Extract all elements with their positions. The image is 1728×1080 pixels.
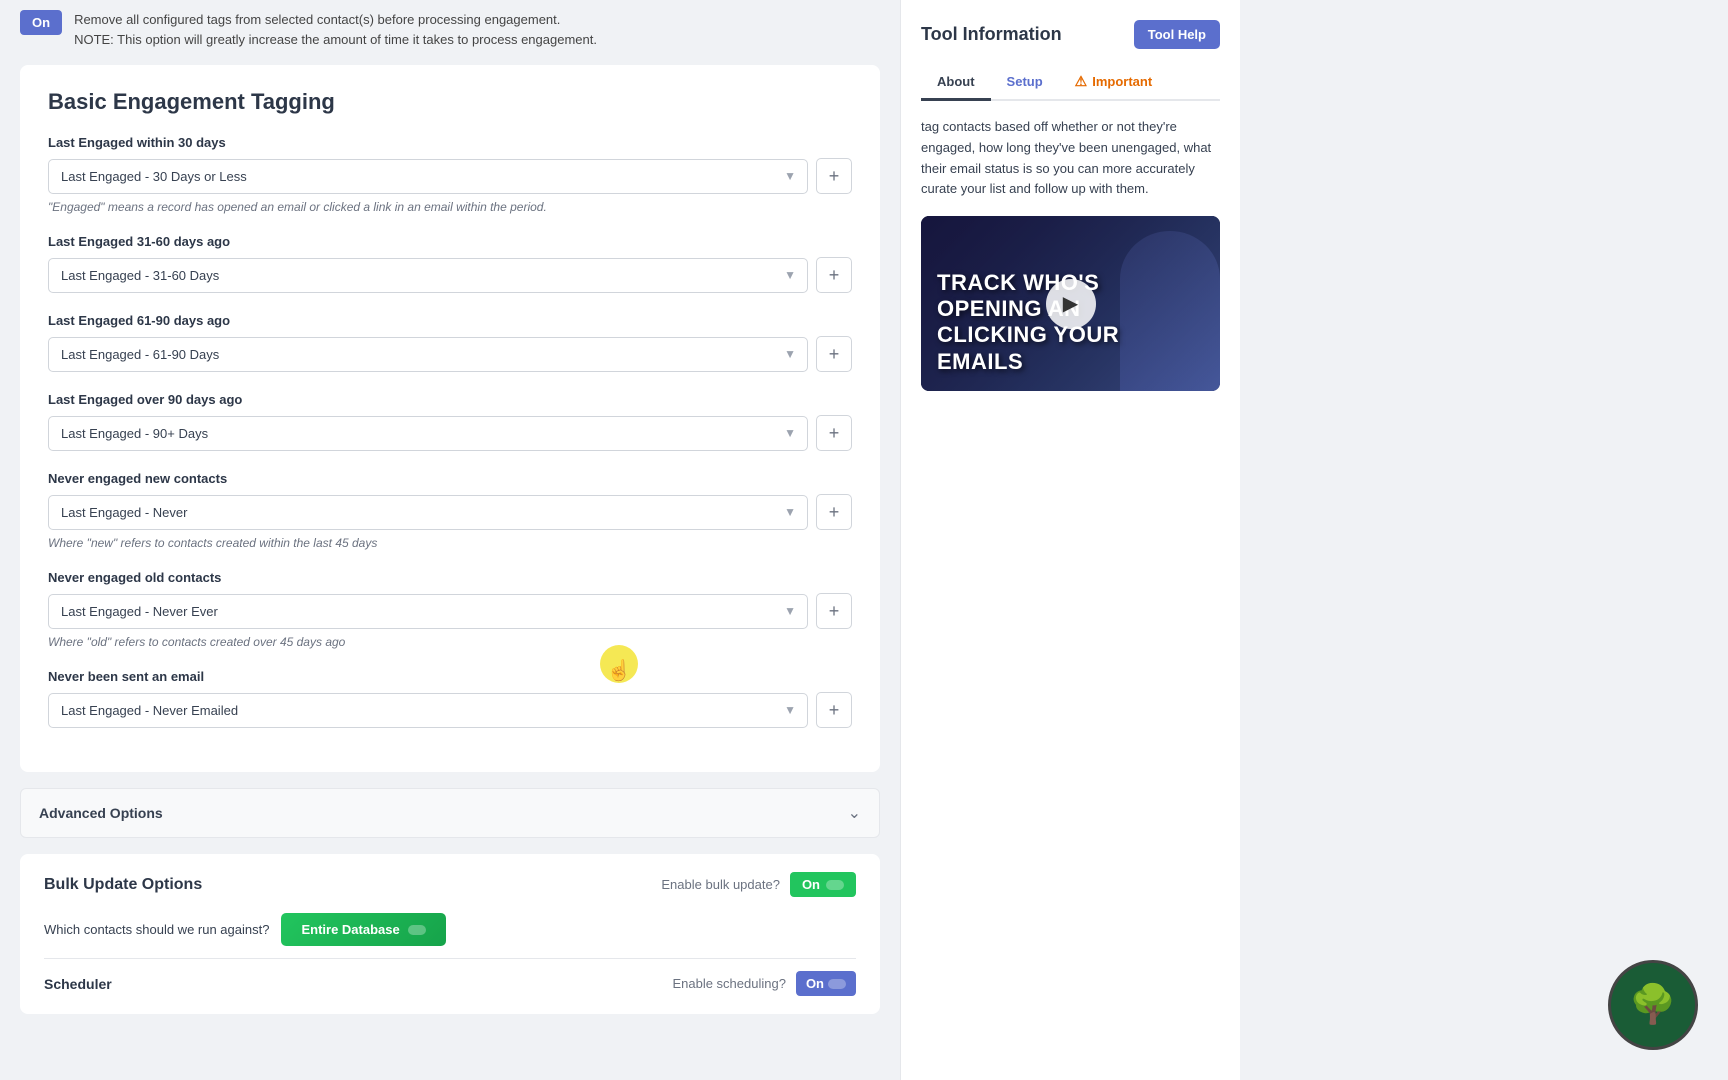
top-strip-line2: NOTE: This option will greatly increase … xyxy=(74,30,597,50)
form-group-label-0: Last Engaged within 30 days xyxy=(48,135,852,150)
scheduler-row: Scheduler Enable scheduling? On xyxy=(44,958,856,996)
select-wrapper-0: Last Engaged - 30 Days or Less▼ xyxy=(48,159,808,194)
hint-text-5: Where "old" refers to contacts created o… xyxy=(48,635,852,649)
contacts-row: Which contacts should we run against? En… xyxy=(44,913,856,946)
scheduler-toggle-label: On xyxy=(806,976,824,991)
form-group-label-3: Last Engaged over 90 days ago xyxy=(48,392,852,407)
add-tag-button-1[interactable]: + xyxy=(816,257,852,293)
bulk-enable-label: Enable bulk update? xyxy=(661,877,780,892)
bulk-header: Bulk Update Options Enable bulk update? … xyxy=(44,872,856,897)
bulk-update-card: Bulk Update Options Enable bulk update? … xyxy=(20,854,880,1014)
tab-important-label: Important xyxy=(1092,74,1152,89)
sidebar-header: Tool Information Tool Help xyxy=(921,20,1220,49)
select-5[interactable]: Last Engaged - Never Ever xyxy=(48,594,808,629)
form-group-1: Last Engaged 31-60 days ago Last Engaged … xyxy=(48,234,852,293)
sidebar-tabs: About Setup ⚠ Important xyxy=(921,65,1220,101)
select-wrapper-1: Last Engaged - 31-60 Days▼ xyxy=(48,258,808,293)
important-warning-icon: ⚠ xyxy=(1075,73,1088,90)
video-headline: TRACK WHO'SOPENING ANCLICKING YOUREMAILS xyxy=(937,270,1119,376)
tab-setup-label: Setup xyxy=(1007,74,1043,89)
remove-tags-toggle[interactable]: On xyxy=(20,10,62,35)
form-group-label-2: Last Engaged 61-90 days ago xyxy=(48,313,852,328)
input-row-1: Last Engaged - 31-60 Days▼+ xyxy=(48,257,852,293)
scheduler-toggle-track-icon xyxy=(828,979,846,989)
basic-engagement-card: Basic Engagement Tagging Last Engaged wi… xyxy=(20,65,880,772)
input-row-2: Last Engaged - 61-90 Days▼+ xyxy=(48,336,852,372)
avatar[interactable]: 🌳 xyxy=(1608,960,1698,1050)
tab-important[interactable]: ⚠ Important xyxy=(1059,65,1169,101)
entire-database-button[interactable]: Entire Database xyxy=(281,913,445,946)
tab-setup[interactable]: Setup xyxy=(991,65,1059,101)
select-wrapper-2: Last Engaged - 61-90 Days▼ xyxy=(48,337,808,372)
bulk-toggle-track-icon xyxy=(826,880,844,890)
form-group-4: Never engaged new contacts Last Engaged -… xyxy=(48,471,852,550)
form-group-0: Last Engaged within 30 days Last Engaged … xyxy=(48,135,852,214)
select-0[interactable]: Last Engaged - 30 Days or Less xyxy=(48,159,808,194)
input-row-4: Last Engaged - Never▼+ xyxy=(48,494,852,530)
form-group-5: Never engaged old contacts Last Engaged -… xyxy=(48,570,852,649)
select-3[interactable]: Last Engaged - 90+ Days xyxy=(48,416,808,451)
input-row-0: Last Engaged - 30 Days or Less▼+ xyxy=(48,158,852,194)
select-2[interactable]: Last Engaged - 61-90 Days xyxy=(48,337,808,372)
tab-about-label: About xyxy=(937,74,975,89)
advanced-options-chevron-icon: ⌄ xyxy=(848,803,861,823)
contacts-question: Which contacts should we run against? xyxy=(44,922,269,937)
scheduler-title: Scheduler xyxy=(44,976,112,992)
select-6[interactable]: Last Engaged - Never Emailed xyxy=(48,693,808,728)
video-thumbnail[interactable]: TRACK WHO'SOPENING ANCLICKING YOUREMAILS… xyxy=(921,216,1220,391)
tab-about[interactable]: About xyxy=(921,65,991,101)
select-wrapper-6: Last Engaged - Never Emailed▼ xyxy=(48,693,808,728)
sidebar-body-text: tag contacts based off whether or not th… xyxy=(921,117,1220,200)
bulk-toggle-label: On xyxy=(802,877,820,892)
form-group-label-6: Never been sent an email xyxy=(48,669,852,684)
form-group-label-4: Never engaged new contacts xyxy=(48,471,852,486)
entire-db-label: Entire Database xyxy=(301,922,399,937)
add-tag-button-0[interactable]: + xyxy=(816,158,852,194)
advanced-options-title: Advanced Options xyxy=(39,805,163,821)
hint-text-4: Where "new" refers to contacts created w… xyxy=(48,536,852,550)
form-group-2: Last Engaged 61-90 days ago Last Engaged … xyxy=(48,313,852,372)
form-group-3: Last Engaged over 90 days ago Last Engage… xyxy=(48,392,852,451)
input-row-5: Last Engaged - Never Ever▼+ xyxy=(48,593,852,629)
add-tag-button-3[interactable]: + xyxy=(816,415,852,451)
bulk-title: Bulk Update Options xyxy=(44,876,202,894)
scheduler-toggle[interactable]: On xyxy=(796,971,856,996)
select-1[interactable]: Last Engaged - 31-60 Days xyxy=(48,258,808,293)
form-group-6: Never been sent an email Last Engaged - N… xyxy=(48,669,852,728)
scheduler-enable-label: Enable scheduling? xyxy=(672,976,785,991)
video-play-button[interactable]: ▶ xyxy=(1046,279,1096,329)
tool-help-button[interactable]: Tool Help xyxy=(1134,20,1220,49)
input-row-6: Last Engaged - Never Emailed▼+ xyxy=(48,692,852,728)
sidebar: Tool Information Tool Help About Setup ⚠… xyxy=(900,0,1240,1080)
select-wrapper-4: Last Engaged - Never▼ xyxy=(48,495,808,530)
sidebar-title: Tool Information xyxy=(921,24,1062,45)
add-tag-button-5[interactable]: + xyxy=(816,593,852,629)
top-strip-text: Remove all configured tags from selected… xyxy=(74,10,597,49)
select-4[interactable]: Last Engaged - Never xyxy=(48,495,808,530)
top-strip: On Remove all configured tags from selec… xyxy=(20,0,880,65)
section-title: Basic Engagement Tagging xyxy=(48,89,852,115)
advanced-options-header[interactable]: Advanced Options ⌄ xyxy=(20,788,880,838)
form-group-label-5: Never engaged old contacts xyxy=(48,570,852,585)
scheduler-enable: Enable scheduling? On xyxy=(672,971,856,996)
form-group-label-1: Last Engaged 31-60 days ago xyxy=(48,234,852,249)
select-wrapper-3: Last Engaged - 90+ Days▼ xyxy=(48,416,808,451)
input-row-3: Last Engaged - 90+ Days▼+ xyxy=(48,415,852,451)
add-tag-button-4[interactable]: + xyxy=(816,494,852,530)
bulk-enable-row: Enable bulk update? On xyxy=(661,872,856,897)
entire-db-track-icon xyxy=(408,925,426,935)
top-strip-line1: Remove all configured tags from selected… xyxy=(74,10,597,30)
form-groups: Last Engaged within 30 days Last Engaged … xyxy=(48,135,852,728)
select-wrapper-5: Last Engaged - Never Ever▼ xyxy=(48,594,808,629)
hint-text-0: "Engaged" means a record has opened an e… xyxy=(48,200,852,214)
add-tag-button-2[interactable]: + xyxy=(816,336,852,372)
bulk-enable-toggle[interactable]: On xyxy=(790,872,856,897)
avatar-tree-icon: 🌳 xyxy=(1629,983,1676,1027)
add-tag-button-6[interactable]: + xyxy=(816,692,852,728)
